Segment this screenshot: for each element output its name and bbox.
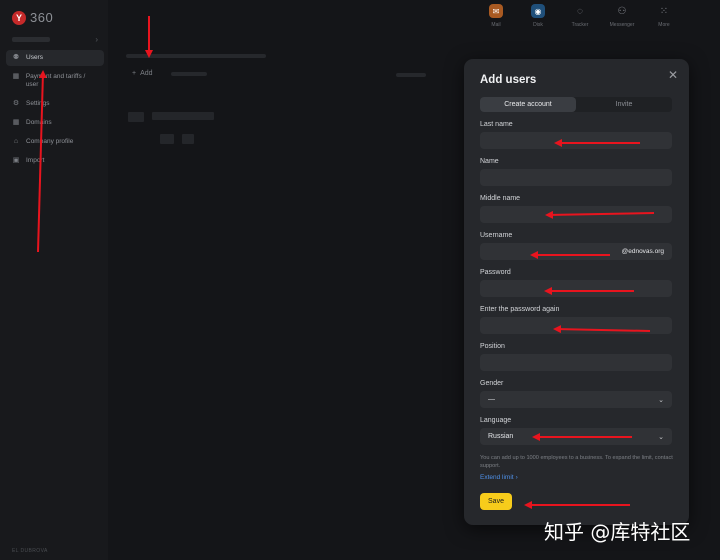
password-label: Password	[480, 269, 511, 276]
messenger-icon: ⚇	[617, 5, 627, 17]
sidebar-item-label: Domains	[26, 119, 52, 126]
chevron-right-icon: ›	[515, 474, 518, 481]
language-label: Language	[480, 417, 512, 424]
disk-icon: ◉	[531, 4, 545, 18]
plus-icon: +	[132, 70, 137, 77]
dialog-tabs: Create account Invite	[480, 97, 672, 112]
limit-hint: You can add up to 1000 employees to a bu…	[480, 455, 673, 469]
user-icon: ⚉	[12, 54, 20, 61]
position-label: Position	[480, 343, 505, 350]
breadcrumb-redacted	[126, 54, 266, 58]
import-icon: ▣	[12, 157, 20, 164]
chevron-down-icon: ⌄	[658, 396, 664, 404]
middle-name-field[interactable]	[480, 206, 672, 223]
avatar-redacted	[182, 134, 194, 144]
sidebar-item-company-profile[interactable]: ⌂ Company profile	[6, 134, 104, 150]
sidebar-item-users[interactable]: ⚉ Users	[6, 50, 104, 66]
middle-name-label: Middle name	[480, 195, 521, 202]
sidebar-item-payment[interactable]: ▦ Payment and tariffs / user	[6, 69, 104, 93]
last-name-label: Last name	[480, 121, 513, 128]
app-label: Mail	[491, 22, 501, 28]
sidebar-item-settings[interactable]: ⚙ Settings	[6, 96, 104, 112]
toolbar-filter-redacted	[396, 73, 426, 77]
name-field[interactable]	[480, 169, 672, 186]
sidebar-item-label: Users	[26, 54, 43, 61]
password-again-field[interactable]	[480, 317, 672, 334]
extend-limit-label: Extend limit	[480, 474, 514, 481]
close-icon[interactable]: ✕	[667, 69, 679, 81]
watermark: 知乎 @库特社区	[544, 520, 691, 544]
yandex-logo-icon: Y	[12, 10, 26, 25]
save-button[interactable]: Save	[480, 493, 512, 510]
grid-icon: ▦	[12, 73, 20, 80]
language-value: Russian	[488, 433, 514, 440]
user-row-redacted	[152, 112, 214, 120]
add-users-dialog: Add users ✕ Create account Invite Last n…	[464, 59, 689, 525]
language-select[interactable]: Russian ⌄	[480, 428, 672, 445]
dialog-title: Add users	[480, 74, 537, 86]
home-icon: ⌂	[13, 138, 19, 145]
gender-select[interactable]: — ⌄	[480, 391, 672, 408]
add-button[interactable]: Add	[140, 70, 152, 77]
sidebar-item-label: Import	[26, 157, 45, 164]
app-label: Disk	[533, 22, 543, 28]
app-tracker[interactable]: ◌ Tracker	[560, 4, 600, 29]
app-label: Tracker	[571, 22, 589, 28]
tracker-icon: ◌	[577, 5, 583, 17]
app-disk[interactable]: ◉ Disk	[518, 4, 558, 28]
app-mail[interactable]: ✉ Mail	[476, 4, 516, 28]
app-logo[interactable]: Y 360	[12, 10, 53, 25]
app-label: More	[658, 22, 670, 28]
app-label: Messenger	[609, 22, 635, 28]
grid-icon: ▦	[12, 119, 20, 126]
avatar-redacted	[128, 112, 144, 122]
tab-invite[interactable]: Invite	[576, 97, 672, 112]
app-messenger[interactable]: ⚇ Messenger	[602, 4, 642, 29]
organization-switcher[interactable]: ›	[12, 34, 98, 44]
grid-icon: ⁙	[659, 5, 669, 17]
username-field[interactable]: @ednovas.org	[480, 243, 672, 260]
sidebar-item-import[interactable]: ▣ Import	[6, 153, 104, 169]
mail-icon: ✉	[489, 4, 503, 18]
tab-create-account[interactable]: Create account	[480, 97, 576, 112]
extend-limit-link[interactable]: Extend limit ›	[480, 474, 518, 481]
app-more[interactable]: ⁙ More	[644, 4, 684, 29]
name-label: Name	[480, 158, 499, 165]
app-root: Y 360 › ⚉ Users ▦ Payment and tariffs / …	[0, 0, 720, 560]
sidebar-footer: EL DUBROVA	[12, 548, 48, 554]
password-again-label: Enter the password again	[480, 306, 560, 313]
toolbar-item-redacted	[170, 71, 207, 76]
sidebar-nav: ⚉ Users ▦ Payment and tariffs / user ⚙ S…	[6, 50, 104, 172]
username-label: Username	[480, 232, 513, 239]
gender-value: —	[488, 396, 495, 403]
organization-name-redacted	[12, 36, 50, 42]
avatar-redacted	[160, 134, 174, 144]
gear-icon: ⚙	[12, 100, 20, 107]
sidebar-item-label: Company profile	[26, 138, 74, 145]
domain-suffix: @ednovas.org	[621, 248, 664, 255]
sidebar-item-label: Settings	[26, 100, 50, 107]
sidebar: Y 360 › ⚉ Users ▦ Payment and tariffs / …	[0, 0, 108, 560]
position-field[interactable]	[480, 354, 672, 371]
chevron-down-icon: ⌄	[658, 433, 664, 441]
sidebar-item-domains[interactable]: ▦ Domains	[6, 115, 104, 131]
gender-label: Gender	[480, 380, 504, 387]
sidebar-item-label: Payment and tariffs / user	[25, 73, 86, 88]
password-field[interactable]	[480, 280, 672, 297]
users-toolbar: + Add	[132, 70, 207, 77]
logo-text: 360	[30, 10, 54, 25]
app-switcher: ✉ Mail ◉ Disk ◌ Tracker ⚇ Messenger ⁙ Mo…	[474, 4, 684, 28]
last-name-field[interactable]	[480, 132, 672, 149]
chevron-icon: ›	[95, 34, 98, 44]
